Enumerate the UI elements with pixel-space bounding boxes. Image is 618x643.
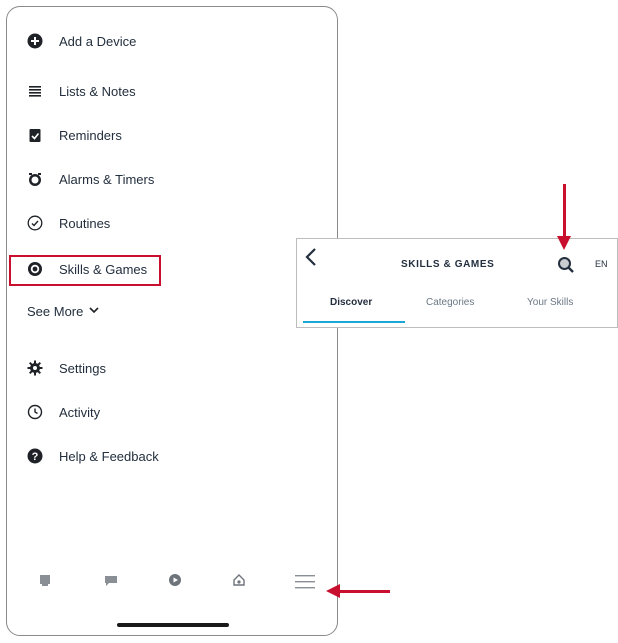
tab-categories[interactable]: Categories (426, 297, 474, 308)
menu-item-label: Activity (59, 404, 101, 420)
menu-item-add-device[interactable]: Add a Device (27, 27, 136, 55)
nav-devices-button[interactable] (219, 573, 259, 613)
back-chevron-icon[interactable] (305, 247, 317, 273)
menu-item-activity[interactable]: Activity (27, 398, 100, 426)
menu-item-label: Lists & Notes (59, 83, 136, 99)
home-indicator (117, 623, 229, 627)
nav-more-button[interactable] (285, 573, 325, 613)
annotation-arrow-down (563, 184, 566, 242)
skills-highlight-box (9, 255, 161, 286)
nav-home-button[interactable] (25, 573, 65, 613)
menu-item-label: Reminders (59, 127, 122, 143)
home-icon (38, 573, 52, 592)
communicate-icon (103, 573, 119, 592)
active-tab-indicator (303, 321, 405, 323)
menu-item-reminders[interactable]: Reminders (27, 121, 122, 149)
tab-discover[interactable]: Discover (330, 297, 372, 308)
gear-icon (27, 360, 43, 376)
menu-item-settings[interactable]: Settings (27, 354, 106, 382)
skills-games-header-panel: SKILLS & GAMES EN Discover Categories Yo… (296, 238, 618, 328)
page-title: SKILLS & GAMES (401, 259, 495, 270)
language-selector[interactable]: EN (595, 259, 608, 269)
see-more-label: See More (27, 304, 84, 319)
clipboard-check-icon (27, 127, 43, 143)
see-more-toggle[interactable]: See More (27, 304, 99, 319)
play-icon (168, 573, 182, 592)
annotation-arrow-left-head (326, 584, 340, 598)
help-icon: ? (27, 448, 43, 464)
menu-item-alarms-timers[interactable]: Alarms & Timers (27, 165, 154, 193)
annotation-arrow-left (338, 590, 390, 593)
nav-play-button[interactable] (155, 573, 195, 613)
bottom-nav (7, 565, 337, 635)
menu-panel: Add a Device Lists & Notes Reminders Ala… (6, 6, 338, 636)
search-icon[interactable] (557, 256, 575, 274)
more-menu-icon (294, 573, 316, 596)
nav-communicate-button[interactable] (91, 573, 131, 613)
list-icon (27, 83, 43, 99)
menu-item-label: Add a Device (59, 33, 137, 49)
devices-icon (232, 573, 246, 592)
menu-item-label: Help & Feedback (59, 448, 159, 464)
history-icon (27, 404, 43, 420)
menu-item-label: Settings (59, 360, 106, 376)
menu-item-help-feedback[interactable]: ? Help & Feedback (27, 442, 159, 470)
routines-check-icon (27, 215, 43, 231)
menu-item-label: Alarms & Timers (59, 171, 155, 187)
menu-item-label: Routines (59, 215, 111, 231)
annotation-arrow-down-head (557, 236, 571, 250)
svg-text:?: ? (32, 451, 39, 463)
chevron-down-icon (89, 306, 99, 317)
tab-your-skills[interactable]: Your Skills (527, 297, 573, 308)
plus-circle-icon (27, 33, 43, 49)
menu-item-routines[interactable]: Routines (27, 209, 110, 237)
menu-item-lists-notes[interactable]: Lists & Notes (27, 77, 136, 105)
alarm-clock-icon (27, 171, 43, 187)
